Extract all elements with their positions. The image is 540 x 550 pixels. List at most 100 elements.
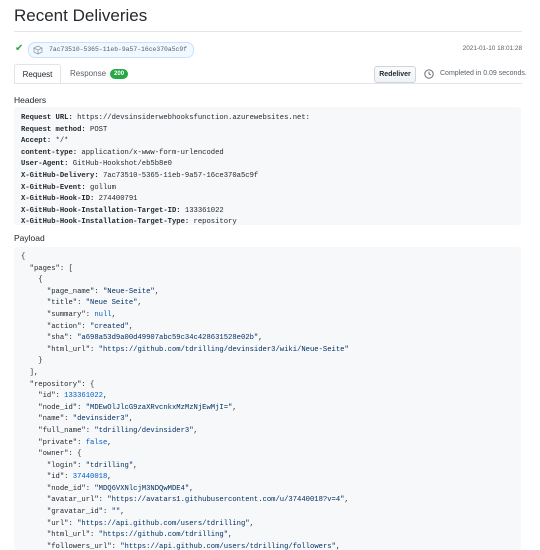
completed-status: Completed in 0.09 seconds. xyxy=(440,70,527,77)
payload-line: "page_name": "Neue-Seite", xyxy=(21,287,514,299)
payload-line: "login": "tdrilling", xyxy=(21,461,514,473)
payload-token: "node_id": xyxy=(21,403,86,412)
payload-token: , xyxy=(133,461,138,470)
payload-token: , xyxy=(154,287,160,296)
payload-line: "node_id": "MDQ6VXNlcjM3NDQwMDE4", xyxy=(21,484,514,496)
clock-icon xyxy=(424,69,434,79)
payload-title: Payload xyxy=(14,233,45,243)
status-badge: 200 xyxy=(110,68,129,79)
payload-token: "title": xyxy=(21,299,86,308)
payload-line: "summary": null, xyxy=(21,310,514,322)
header-line: Request method: POST xyxy=(21,125,514,137)
payload-line: "private": false, xyxy=(21,438,514,450)
check-icon: ✔ xyxy=(15,43,24,54)
header-line: User-Agent: GitHub-Hookshot/eb5b8e0 xyxy=(21,159,514,171)
payload-token: , xyxy=(258,334,263,343)
delivery-guid: 7ac73510-5365-11eb-9a57-16ce370a5c9f xyxy=(49,46,188,53)
payload-token: "devinsider3" xyxy=(72,415,129,424)
header-value: https://devsinsiderwebhooksfunction.azur… xyxy=(72,114,310,122)
payload-token: "pages": [ xyxy=(21,264,73,273)
payload-token: "a698a53d9a00d49907abc59c34c428631528e02… xyxy=(77,334,259,343)
payload-token: "MDQ6VXNlcjM3NDQwMDE4" xyxy=(94,484,190,493)
payload-line: "avatar_url": "https://avatars1.githubus… xyxy=(21,495,514,507)
payload-line: "name": "devinsider3", xyxy=(21,414,514,426)
payload-token: "sha": xyxy=(21,334,78,343)
payload-token: , xyxy=(335,542,341,550)
payload-token: , xyxy=(102,392,108,401)
payload-token: "MDEwOlJlcG9zaXRvcnkxMzMzNjEwMjI=" xyxy=(85,403,233,412)
header-key: X-GitHub-Hook-ID: xyxy=(21,195,95,204)
payload-line: "pages": [ xyxy=(21,264,514,276)
payload-token: { xyxy=(21,253,26,261)
payload-line: { xyxy=(21,275,514,287)
header-value: GitHub-Hookshot/eb5b8e0 xyxy=(68,160,172,169)
payload-line: } xyxy=(21,356,514,368)
header-value: POST xyxy=(85,125,108,134)
payload-token: "html_url": xyxy=(21,345,99,354)
payload-token: "Neue-Seite" xyxy=(102,287,155,296)
header-line: content-type: application/x-www-form-url… xyxy=(21,148,514,160)
header-line: X-GitHub-Event: gollum xyxy=(21,183,514,195)
payload-token: "node_id": xyxy=(21,484,95,493)
payload-token: ], xyxy=(21,368,39,377)
payload-token: , xyxy=(249,519,254,528)
payload-token: null xyxy=(94,310,112,319)
header-key: X-GitHub-Event: xyxy=(21,183,86,192)
payload-token: "private": xyxy=(21,438,86,447)
payload-line: "owner": { xyxy=(21,449,514,461)
payload-token: "tdrilling" xyxy=(85,461,134,470)
page-title: Recent Deliveries xyxy=(14,6,148,25)
payload-token: , xyxy=(128,415,134,424)
payload-line: "action": "created", xyxy=(21,322,514,334)
payload-token: , xyxy=(193,426,198,435)
payload-token: "avatar_url": xyxy=(21,496,108,505)
header-value: */* xyxy=(51,137,69,146)
payload-line: "id": 133361022, xyxy=(21,391,514,403)
payload-token: "owner": { xyxy=(21,450,82,459)
header-line: Request URL: https://devsinsiderwebhooks… xyxy=(21,113,514,125)
payload-token: "followers_url": xyxy=(21,542,121,550)
header-key: X-GitHub-Delivery: xyxy=(21,171,99,180)
header-line: X-GitHub-Delivery: 7ac73510-5365-11eb-9a… xyxy=(21,171,514,183)
payload-token: , xyxy=(107,473,112,482)
delivery-timestamp: 2021-01-10 18:01:28 xyxy=(462,45,522,52)
payload-token: "name": xyxy=(21,415,73,424)
delivery-row[interactable]: ✔ 7ac73510-5365-11eb-9a57-16ce370a5c9f 2… xyxy=(14,40,522,60)
payload-line: "title": "Neue Seite", xyxy=(21,298,514,310)
tab-response[interactable]: Response 200 xyxy=(70,64,129,83)
payload-token: "https://avatars1.githubusercontent.com/… xyxy=(107,496,345,505)
header-value: 7ac73510-5365-11eb-9a57-16ce370a5c9f xyxy=(98,171,259,180)
payload-line: "followers_url": "https://api.github.com… xyxy=(21,542,514,550)
payload-token: "tdrilling/devinsider3" xyxy=(94,426,194,435)
header-value: 274400791 xyxy=(94,195,138,204)
redeliver-button[interactable]: Redeliver xyxy=(374,66,416,83)
payload-token: "page_name": xyxy=(21,287,103,296)
header-key: X-GitHub-Hook-Installation-Target-Type: xyxy=(21,218,190,225)
payload-line: "url": "https://api.github.com/users/tdr… xyxy=(21,519,514,531)
payload-line: "html_url": "https://github.com/tdrillin… xyxy=(21,530,514,542)
header-key: Request method: xyxy=(21,125,86,134)
payload-token: , xyxy=(137,299,142,308)
payload-line: "html_url": "https://github.com/tdrillin… xyxy=(21,345,514,357)
payload-token: "url": xyxy=(21,519,78,528)
payload-line: "node_id": "MDEwOlJlcG9zaXRvcnkxMzMzNjEw… xyxy=(21,403,514,415)
header-line: X-GitHub-Hook-Installation-Target-Type: … xyxy=(21,217,514,225)
tab-response-label: Response xyxy=(70,68,107,78)
header-key: Accept: xyxy=(21,137,52,146)
payload-token: false xyxy=(85,438,108,447)
payload-line: "gravatar_id": "", xyxy=(21,507,514,519)
payload-token: "Neue Seite" xyxy=(85,299,138,308)
payload-token: "created" xyxy=(90,322,129,331)
tab-request[interactable]: Request xyxy=(14,64,61,84)
tab-divider xyxy=(14,83,522,84)
payload-token: "id": xyxy=(21,392,65,401)
payload-block: { "pages": [ { "page_name": "Neue-Seite"… xyxy=(14,247,521,550)
header-line: X-GitHub-Hook-Installation-Target-ID: 13… xyxy=(21,206,514,218)
headers-title: Headers xyxy=(14,95,47,105)
payload-token: , xyxy=(228,531,233,540)
payload-token: "https://github.com/tdrilling" xyxy=(98,531,229,540)
delivery-guid-pill[interactable]: 7ac73510-5365-11eb-9a57-16ce370a5c9f xyxy=(28,42,195,58)
payload-token: , xyxy=(189,484,194,493)
payload-token: , xyxy=(232,403,237,412)
header-line: X-GitHub-Hook-ID: 274400791 xyxy=(21,194,514,206)
